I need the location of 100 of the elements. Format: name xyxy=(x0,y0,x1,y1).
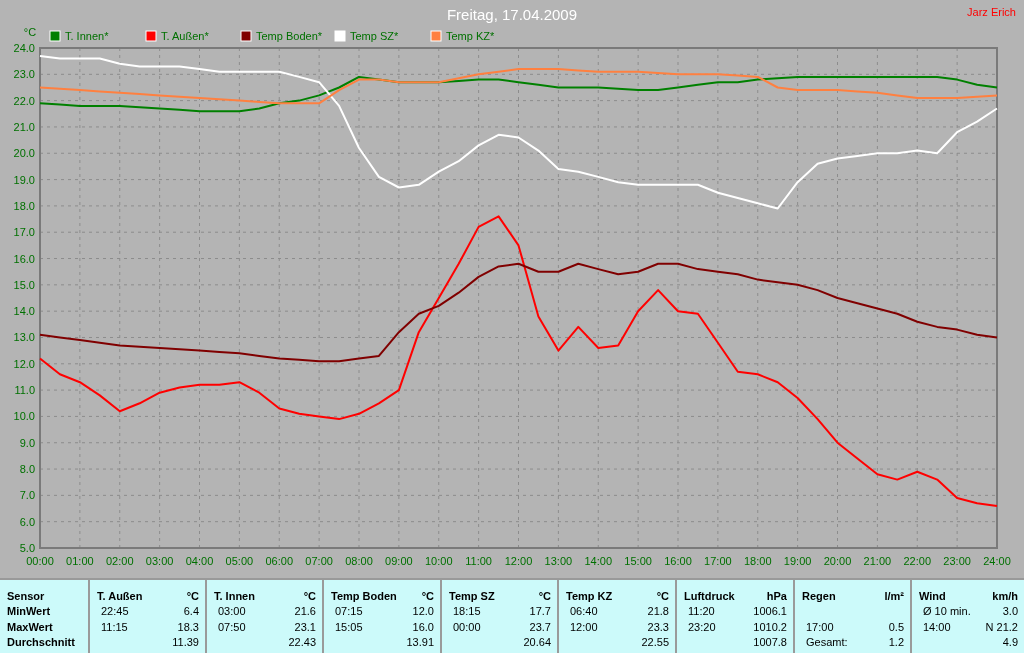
y-tick-label: 8.0 xyxy=(19,463,35,476)
table-cell: 1006.1 xyxy=(753,605,787,618)
table-cell: 21.6 xyxy=(294,605,316,618)
x-tick-label: 13:00 xyxy=(544,555,573,567)
row-label: MinWert xyxy=(7,605,51,618)
table-cell: 21.8 xyxy=(647,605,669,618)
y-tick-label: 19.0 xyxy=(13,173,35,186)
time-value: 07:15 xyxy=(334,605,363,618)
x-tick-label: 14:00 xyxy=(584,555,612,567)
row-label: MaxWert xyxy=(7,620,53,633)
row-label: Durchschnitt xyxy=(7,636,75,649)
x-tick-label: 07:00 xyxy=(305,555,333,567)
table-cell: 4.9 xyxy=(1002,636,1018,649)
table-cell: 20.64 xyxy=(523,636,551,649)
table-cell: 13.91 xyxy=(406,636,434,649)
unit-label: °C xyxy=(421,589,434,602)
table-cell: 3.0 xyxy=(1002,605,1018,618)
table-cell: 11.39 xyxy=(172,636,199,649)
time-value: 11:15 xyxy=(100,620,128,633)
x-tick-label: 08:00 xyxy=(345,555,373,567)
y-tick-label: 21.0 xyxy=(13,120,35,133)
column-header: Wind xyxy=(919,589,946,602)
x-tick-label: 00:00 xyxy=(26,555,54,567)
column-header: Temp KZ xyxy=(566,589,613,602)
time-value: 12:00 xyxy=(569,620,598,633)
time-value: 15:05 xyxy=(334,620,363,633)
row-label: Sensor xyxy=(7,589,45,602)
x-tick-label: 23:00 xyxy=(943,555,971,567)
table-cell: 16.0 xyxy=(412,620,434,633)
table-cell: N 21.2 xyxy=(985,620,1018,633)
x-tick-label: 21:00 xyxy=(863,555,892,567)
y-tick-label: 10.0 xyxy=(13,410,35,423)
x-tick-label: 16:00 xyxy=(664,555,692,567)
time-value: 18:15 xyxy=(452,605,481,618)
time-value: 17:00 xyxy=(805,620,834,633)
x-tick-label: 05:00 xyxy=(225,555,254,567)
x-tick-label: 19:00 xyxy=(783,555,812,567)
legend-label: T. Innen* xyxy=(65,30,109,42)
column-header: Temp Boden xyxy=(331,589,397,602)
table-cell: 1010.2 xyxy=(753,620,787,633)
y-tick-label: 14.0 xyxy=(13,305,35,318)
table-cell: 6.4 xyxy=(183,605,199,618)
column-header: T. Außen xyxy=(97,589,143,602)
legend-label: Temp KZ* xyxy=(446,30,495,42)
time-value: 00:00 xyxy=(452,620,481,633)
table-cell: 1007.8 xyxy=(753,636,787,649)
y-tick-label: 23.0 xyxy=(13,68,35,81)
y-tick-label: 5.0 xyxy=(19,542,35,554)
chart-title: Freitag, 17.04.2009 xyxy=(446,6,578,23)
x-tick-label: 24:00 xyxy=(983,555,1011,567)
x-tick-label: 02:00 xyxy=(106,555,134,567)
table-cell: 23.3 xyxy=(647,620,669,633)
x-tick-label: 03:00 xyxy=(145,555,174,567)
x-tick-label: 12:00 xyxy=(504,555,533,567)
time-value: 11:20 xyxy=(687,605,715,618)
x-tick-label: 06:00 xyxy=(265,555,293,567)
y-tick-label: 18.0 xyxy=(13,199,35,212)
unit-label: °C xyxy=(303,589,316,602)
column-header: Temp SZ xyxy=(449,589,495,602)
table-cell: 22.43 xyxy=(288,636,316,649)
y-tick-label: 15.0 xyxy=(13,278,35,291)
time-value: 06:40 xyxy=(569,605,598,618)
y-tick-label: 12.0 xyxy=(13,357,35,370)
table-cell: 23.7 xyxy=(529,620,551,633)
y-tick-label: 20.0 xyxy=(13,147,35,160)
x-tick-label: 09:00 xyxy=(385,555,413,567)
table-cell: 12.0 xyxy=(412,605,434,618)
unit-label: l/m² xyxy=(884,589,904,602)
column-header: Regen xyxy=(802,589,836,602)
time-value: 07:50 xyxy=(217,620,246,633)
x-tick-label: 22:00 xyxy=(903,555,931,567)
table-cell: 18.3 xyxy=(177,620,199,633)
x-tick-label: 20:00 xyxy=(823,555,852,567)
time-value: 23:20 xyxy=(687,620,716,633)
time-value: Gesamt: xyxy=(805,636,848,649)
x-tick-label: 11:00 xyxy=(465,555,492,567)
unit-label: km/h xyxy=(992,589,1018,602)
unit-label: hPa xyxy=(766,589,787,602)
y-tick-label: 9.0 xyxy=(19,436,35,449)
x-tick-label: 17:00 xyxy=(704,555,732,567)
x-tick-label: 18:00 xyxy=(744,555,772,567)
table-cell: 0.5 xyxy=(888,620,904,633)
y-tick-label: 6.0 xyxy=(19,515,35,528)
time-value: Ø 10 min. xyxy=(922,605,971,618)
y-tick-label: 7.0 xyxy=(19,489,35,502)
unit-label: °C xyxy=(656,589,669,602)
legend-label: T. Außen* xyxy=(161,30,209,42)
column-header: T. Innen xyxy=(214,589,255,602)
unit-label: °C xyxy=(186,589,199,602)
unit-label: °C xyxy=(538,589,551,602)
table-cell: 1.2 xyxy=(888,636,904,649)
table-cell: 22.55 xyxy=(641,636,669,649)
y-axis-label: °C xyxy=(23,26,37,38)
x-tick-label: 15:00 xyxy=(624,555,652,567)
y-tick-label: 13.0 xyxy=(13,331,35,344)
y-tick-label: 16.0 xyxy=(13,252,35,265)
legend-label: Temp SZ* xyxy=(350,30,399,42)
y-tick-label: 17.0 xyxy=(13,226,35,239)
column-header: Luftdruck xyxy=(684,589,735,602)
y-tick-label: 24.0 xyxy=(13,42,35,54)
